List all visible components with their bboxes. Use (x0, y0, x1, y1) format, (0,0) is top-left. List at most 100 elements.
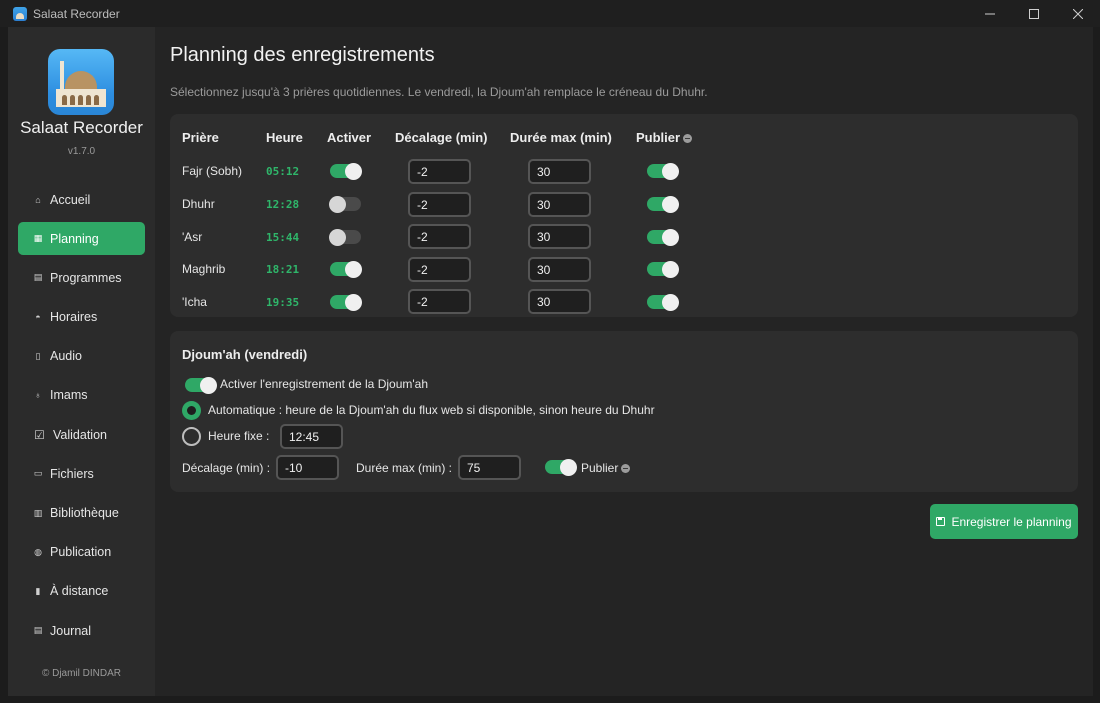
sidebar-item-label: Programmes (50, 270, 122, 285)
sidebar-item-audio[interactable]: ▯ Audio (18, 340, 145, 373)
sidebar-item-imams[interactable]: ♁ Imams (18, 379, 145, 412)
app-version: v1.7.0 (67, 146, 96, 157)
sidebar-nav: ⌂ Accueil ▦ Planning ▤ Programmes ◓ Hora… (18, 183, 145, 653)
title-bar: Salaat Recorder (0, 0, 1100, 27)
app-logo (48, 49, 114, 115)
enable-toggle-fajr[interactable] (330, 162, 362, 180)
header-publish-label: Publier (636, 130, 681, 145)
sidebar-item-journal[interactable]: ▤ Journal (18, 614, 145, 647)
header-duration: Durée max (min) (510, 130, 612, 145)
jumuah-fixed-label: Heure fixe : (208, 429, 270, 443)
sidebar-item-programmes[interactable]: ▤ Programmes (18, 261, 145, 294)
enable-toggle-asr[interactable] (329, 228, 361, 246)
publish-toggle-fajr[interactable] (647, 162, 679, 180)
sidebar-item-label: Bibliothèque (50, 506, 119, 520)
sidebar-item-horaires[interactable]: ◓ Horaires (18, 301, 145, 334)
sidebar-item-label: Publication (50, 545, 112, 560)
prayer-name: Maghrib (182, 262, 226, 276)
info-icon[interactable] (683, 134, 693, 143)
sidebar-item-publication[interactable]: ◍ Publication (18, 536, 145, 569)
sidebar: Salaat Recorder v1.7.0 ⌂ Accueil ▦ Plann… (8, 27, 155, 696)
maximize-button[interactable] (1012, 0, 1056, 27)
sidebar-item-label: Audio (50, 349, 82, 364)
jumuah-title: Djoum'ah (vendredi) (182, 347, 308, 362)
jumuah-enable-label: Activer l'enregistrement de la Djoum'ah (220, 377, 429, 391)
jumuah-offset-label: Décalage (min) : (182, 461, 271, 475)
sidebar-item-validation[interactable]: ☑ Validation (18, 418, 145, 451)
jumuah-card: Djoum'ah (vendredi) Activer l'enregistre… (170, 331, 1078, 492)
copyright: © Djamil DINDAR (41, 668, 122, 679)
duration-input-fajr[interactable] (528, 159, 591, 184)
publish-toggle-dhuhr[interactable] (647, 195, 679, 213)
enable-toggle-icha[interactable] (330, 293, 362, 311)
offset-input-fajr[interactable] (408, 159, 471, 184)
window-title: Salaat Recorder (33, 6, 120, 21)
close-button[interactable] (1056, 0, 1100, 27)
jumuah-auto-radio[interactable] (182, 401, 201, 420)
info-icon[interactable] (621, 464, 631, 473)
enable-toggle-dhuhr[interactable] (329, 195, 361, 213)
jumuah-auto-label: Automatique : heure de la Djoum'ah du fl… (208, 403, 655, 417)
sidebar-item-label: Accueil (50, 192, 91, 207)
minimize-button[interactable] (968, 0, 1012, 27)
header-prayer: Prière (182, 130, 219, 145)
sidebar-item-a-distance[interactable]: ▮ À distance (18, 575, 145, 608)
sidebar-item-label: À distance (50, 584, 109, 599)
sidebar-item-label: Planning (50, 231, 99, 246)
home-icon: ⌂ (35, 194, 41, 205)
radio-icon: ▤ (33, 272, 43, 283)
checkbox-icon: ☑ (34, 427, 45, 442)
jumuah-duration-label: Durée max (min) : (356, 461, 453, 475)
save-planning-label: Enregistrer le planning (951, 514, 1072, 529)
prayer-time: 15:44 (266, 231, 300, 244)
app-icon (13, 6, 27, 21)
sidebar-item-planning[interactable]: ▦ Planning (18, 222, 145, 256)
jumuah-enable-toggle[interactable] (185, 376, 217, 394)
speaker-icon: ▯ (35, 350, 41, 361)
window-controls (968, 0, 1100, 27)
books-icon: ▥ (33, 507, 43, 518)
prayer-time: 19:35 (266, 296, 300, 309)
offset-input-maghrib[interactable] (408, 257, 471, 282)
prayer-name: Fajr (Sobh) (182, 164, 243, 178)
offset-input-icha[interactable] (408, 289, 471, 314)
close-icon (1073, 8, 1083, 19)
sidebar-item-bibliotheque[interactable]: ▥ Bibliothèque (18, 497, 145, 530)
sidebar-item-label: Imams (50, 388, 88, 403)
offset-input-asr[interactable] (408, 224, 471, 249)
publish-toggle-asr[interactable] (647, 228, 679, 246)
jumuah-offset-input[interactable] (276, 455, 339, 480)
publish-toggle-maghrib[interactable] (647, 260, 679, 278)
jumuah-fixed-time-input[interactable] (280, 424, 343, 449)
sidebar-item-accueil[interactable]: ⌂ Accueil (18, 183, 145, 216)
jumuah-publish-toggle[interactable] (545, 458, 577, 476)
header-time: Heure (266, 130, 303, 145)
enable-toggle-maghrib[interactable] (330, 260, 362, 278)
calendar-icon: ▦ (33, 233, 43, 244)
duration-input-maghrib[interactable] (528, 257, 591, 282)
sidebar-item-label: Horaires (50, 310, 98, 325)
prayer-time: 12:28 (266, 198, 300, 211)
duration-input-asr[interactable] (528, 224, 591, 249)
publish-toggle-icha[interactable] (647, 293, 679, 311)
save-planning-button[interactable]: Enregistrer le planning (930, 504, 1078, 539)
jumuah-publish-label: Publier (581, 461, 619, 475)
prayer-time: 18:21 (266, 263, 300, 276)
app-name: Salaat Recorder (20, 118, 143, 137)
folder-icon: ▭ (33, 468, 43, 479)
jumuah-publish: Publier (581, 461, 631, 475)
jumuah-fixed-radio[interactable] (182, 427, 201, 446)
jumuah-duration-input[interactable] (458, 455, 521, 480)
sidebar-item-fichiers[interactable]: ▭ Fichiers (18, 457, 145, 490)
sidebar-item-label: Fichiers (50, 466, 94, 481)
minimize-icon (985, 13, 995, 14)
globe-icon: ◍ (34, 546, 42, 557)
offset-input-dhuhr[interactable] (408, 192, 471, 217)
save-icon (936, 517, 946, 526)
prayer-name: 'Icha (182, 295, 207, 309)
sidebar-item-label: Validation (53, 427, 107, 442)
duration-input-icha[interactable] (528, 289, 591, 314)
duration-input-dhuhr[interactable] (528, 192, 591, 217)
sidebar-item-label: Journal (50, 623, 91, 638)
bell-icon: ◓ (35, 312, 41, 323)
